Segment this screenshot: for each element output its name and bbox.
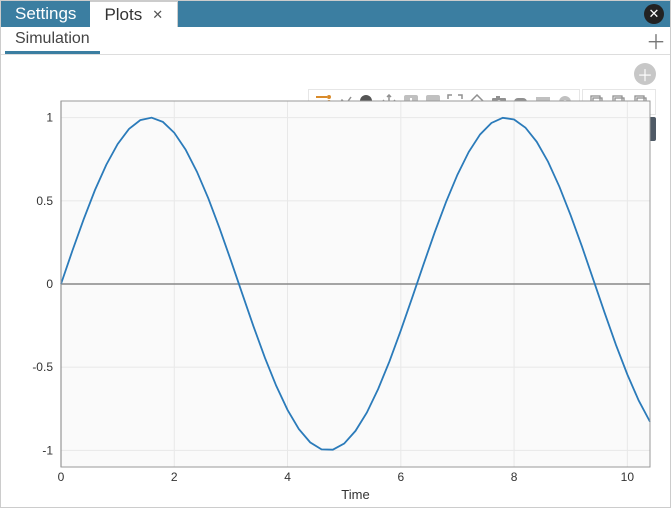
panel-close-icon[interactable]: ✕: [644, 4, 664, 24]
svg-text:0.5: 0.5: [36, 194, 53, 208]
svg-text:2: 2: [171, 470, 178, 484]
tab-plots-label: Plots: [104, 5, 142, 25]
svg-text:-1: -1: [42, 443, 53, 457]
svg-text:0: 0: [58, 470, 65, 484]
svg-text:0: 0: [46, 277, 53, 291]
add-tab-icon[interactable]: ＋: [646, 31, 666, 51]
plot-area: ＋ Copy to clipboard: [1, 55, 670, 507]
svg-text:6: 6: [397, 470, 404, 484]
svg-text:4: 4: [284, 470, 291, 484]
line-chart[interactable]: 0 2 4 6 8 10 -1 -0.5 0 0.5 1 Time: [1, 55, 670, 507]
plots-panel: Settings Plots ✕ ✕ Simulation ＋ ＋: [0, 0, 671, 508]
svg-text:1: 1: [46, 111, 53, 125]
svg-text:-0.5: -0.5: [32, 360, 53, 374]
svg-text:10: 10: [621, 470, 635, 484]
close-icon[interactable]: ✕: [152, 7, 163, 23]
svg-text:8: 8: [511, 470, 518, 484]
svg-text:Time: Time: [341, 487, 369, 502]
sub-tab-bar: Simulation ＋: [1, 27, 670, 55]
top-tab-bar: Settings Plots ✕ ✕: [1, 1, 670, 27]
tab-plots[interactable]: Plots ✕: [90, 1, 178, 27]
sub-tab-simulation[interactable]: Simulation: [5, 27, 100, 54]
tab-settings[interactable]: Settings: [1, 1, 90, 27]
